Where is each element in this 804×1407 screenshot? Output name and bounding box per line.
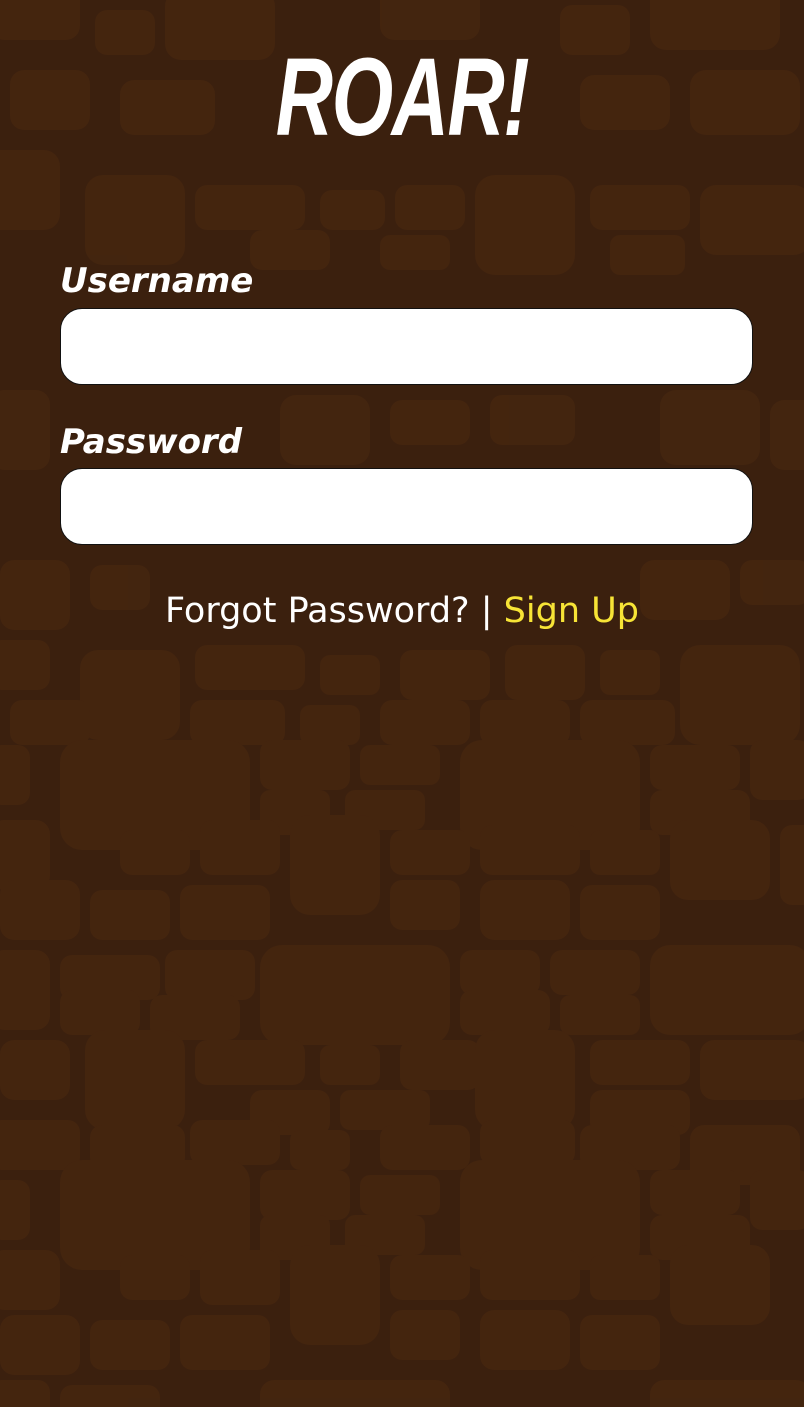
sign-up-link[interactable]: Sign Up — [504, 591, 639, 631]
link-separator: | — [469, 591, 504, 631]
password-input[interactable] — [60, 468, 753, 545]
forgot-password-link[interactable]: Forgot Password? — [165, 591, 470, 631]
speech-bubble-background-pattern — [0, 0, 804, 1407]
username-input[interactable] — [60, 308, 753, 385]
app-logo: ROAR! — [275, 36, 530, 159]
auth-links: Forgot Password? | Sign Up — [0, 588, 804, 634]
password-label: Password — [60, 422, 243, 462]
username-label: Username — [60, 261, 254, 301]
